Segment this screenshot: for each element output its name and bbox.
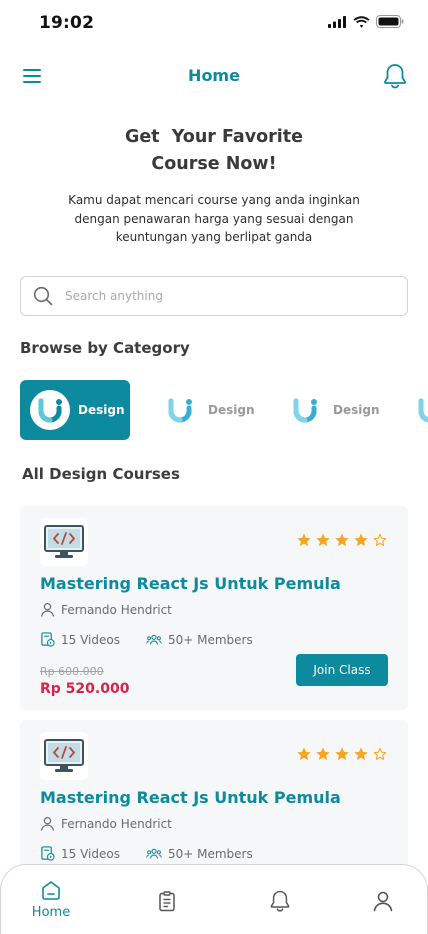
star-outline-icon <box>373 747 387 760</box>
user-icon <box>41 816 54 831</box>
star-filled-icon <box>354 747 368 761</box>
nav-label-home: Home <box>31 905 71 920</box>
category-item-design[interactable]: Design <box>275 380 385 440</box>
user-icon <box>41 602 54 617</box>
hero-title-line2: Course Now! <box>151 154 277 174</box>
course-author: Fernando Hendrict <box>40 816 172 831</box>
course-rating <box>296 532 388 548</box>
bell-icon <box>270 890 290 912</box>
category-logo <box>285 390 325 430</box>
search-input[interactable] <box>65 289 365 303</box>
course-author-name: Fernando Hendrict <box>61 816 172 831</box>
course-videos-count: 15 Videos <box>61 632 120 647</box>
category-label: Design <box>208 403 255 417</box>
hero-title-line1: Get Your Favorite <box>124 127 304 147</box>
members-icon <box>146 848 162 859</box>
course-members: 50+ Members <box>146 633 253 647</box>
star-filled-icon <box>335 747 349 761</box>
home-icon <box>42 881 60 900</box>
notifications-button[interactable] <box>382 62 408 90</box>
course-title[interactable]: Mastering React Js Untuk Pemula <box>40 574 341 593</box>
video-file-icon <box>41 632 55 647</box>
category-carousel[interactable]: Design Design Design <box>20 380 428 440</box>
cellular-signal-icon <box>328 15 346 28</box>
category-logo <box>160 390 200 430</box>
u-logo-icon <box>38 398 62 423</box>
category-section-title: Browse by Category <box>20 339 190 357</box>
category-label: Design <box>333 403 380 417</box>
hero-title: Get Your Favorite Course Now! <box>0 124 428 178</box>
category-item-partial[interactable] <box>400 380 428 440</box>
course-members-count: 50+ Members <box>167 632 253 647</box>
nav-item-notifications[interactable] <box>230 865 330 934</box>
course-videos-count: 15 Videos <box>61 846 120 861</box>
app-header: Home <box>0 56 428 98</box>
nav-item-home[interactable]: Home <box>1 865 101 934</box>
u-logo-icon <box>293 398 317 423</box>
code-monitor-icon <box>44 739 84 772</box>
hero-description: Kamu dapat mencari course yang anda ingi… <box>68 193 360 244</box>
course-old-price: Rp 600.000 <box>40 665 104 678</box>
category-label: Design <box>78 403 125 417</box>
course-thumbnail <box>40 518 88 566</box>
nav-item-courses[interactable] <box>117 865 217 934</box>
course-meta: 15 Videos 50+ Members <box>40 632 279 647</box>
category-item-design[interactable]: Design <box>150 380 260 440</box>
star-filled-icon <box>316 747 330 761</box>
category-logo <box>410 390 428 430</box>
search-icon <box>33 286 53 306</box>
course-author-name: Fernando Hendrict <box>61 602 172 617</box>
course-author: Fernando Hendrict <box>40 602 172 617</box>
status-bar: 19:02 <box>0 0 428 48</box>
course-title[interactable]: Mastering React Js Untuk Pemula <box>40 788 341 807</box>
star-filled-icon <box>316 533 330 547</box>
course-videos: 15 Videos <box>40 632 120 647</box>
nav-item-profile[interactable] <box>333 865 428 934</box>
course-rating <box>296 746 388 762</box>
course-thumbnail <box>40 732 88 780</box>
status-icons <box>328 15 404 28</box>
code-monitor-icon <box>44 525 84 558</box>
bottom-navigation: Home <box>0 864 428 934</box>
star-outline-icon <box>373 533 387 546</box>
page-title: Home <box>188 66 240 85</box>
join-class-button[interactable]: Join Class <box>296 654 388 686</box>
star-filled-icon <box>297 533 311 547</box>
profile-icon <box>373 891 393 912</box>
star-filled-icon <box>354 533 368 547</box>
bell-icon <box>384 64 406 89</box>
battery-icon <box>376 15 404 28</box>
star-filled-icon <box>335 533 349 547</box>
u-logo-icon <box>418 398 428 423</box>
courses-section-title: All Design Courses <box>22 465 180 483</box>
category-logo <box>30 390 70 430</box>
wifi-icon <box>353 15 370 28</box>
course-members: 50+ Members <box>146 847 253 861</box>
star-filled-icon <box>297 747 311 761</box>
video-file-icon <box>41 846 55 861</box>
course-meta: 15 Videos 50+ Members <box>40 846 279 861</box>
course-members-count: 50+ Members <box>167 846 253 861</box>
status-time: 19:02 <box>39 13 95 33</box>
u-logo-icon <box>168 398 192 423</box>
course-card[interactable]: Mastering React Js Untuk Pemula Fernando… <box>20 506 408 710</box>
course-price: Rp 520.000 <box>40 681 130 697</box>
category-item-design-active[interactable]: Design <box>20 380 130 440</box>
search-bar[interactable] <box>20 276 408 316</box>
clipboard-icon <box>159 891 175 912</box>
course-videos: 15 Videos <box>40 846 120 861</box>
members-icon <box>146 634 162 645</box>
